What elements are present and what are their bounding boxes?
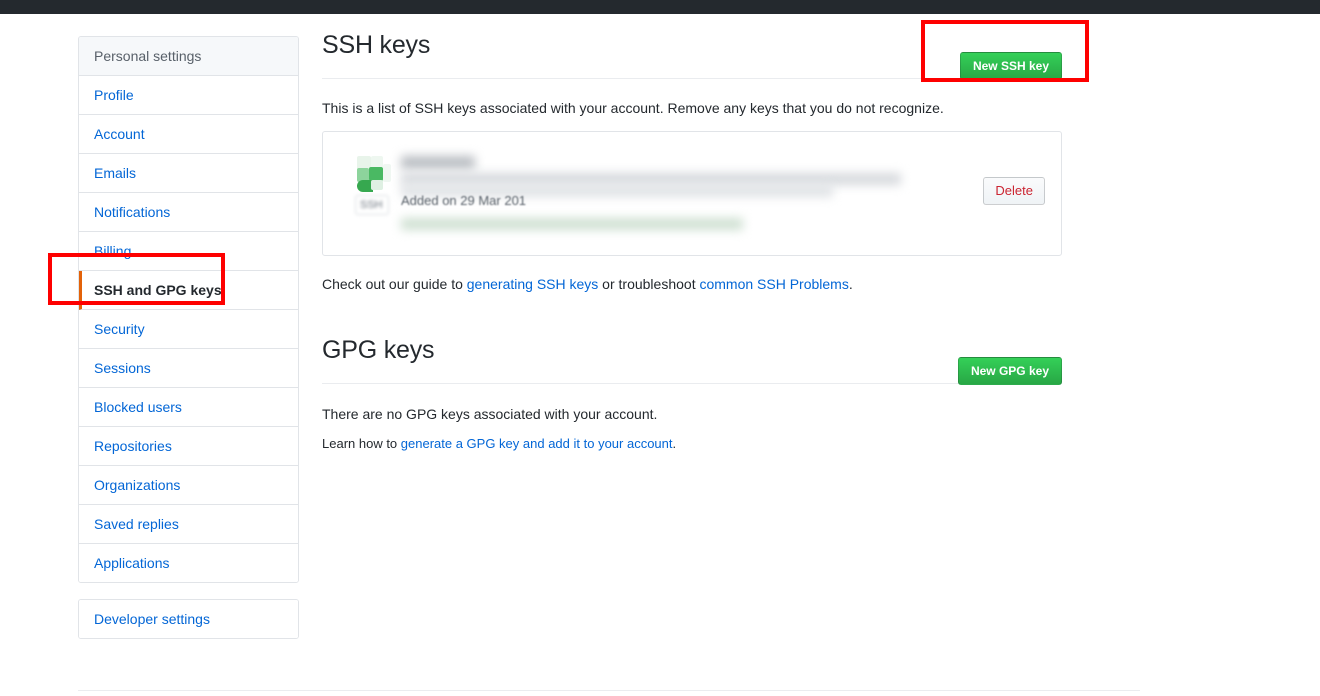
- sidebar-item-security[interactable]: Security: [79, 310, 298, 349]
- redacted-key-line-3: [401, 218, 743, 230]
- ssh-guide-suffix: .: [848, 276, 853, 292]
- sidebar-item-notifications[interactable]: Notifications: [79, 193, 298, 232]
- ssh-guide-middle: or troubleshoot: [598, 276, 700, 292]
- sidebar-item-ssh-and-gpg-keys[interactable]: SSH and GPG keys: [79, 271, 298, 310]
- gpg-learn-text: Learn how to generate a GPG key and add …: [322, 435, 1062, 453]
- gpg-keys-title: GPG keys: [322, 336, 435, 364]
- ssh-guide-prefix: Check out our guide to: [322, 276, 467, 292]
- page-bottom-divider: [78, 690, 1140, 691]
- settings-sidebar: Personal settings Profile Account Emails…: [78, 36, 299, 639]
- personal-settings-nav: Personal settings Profile Account Emails…: [78, 36, 299, 583]
- gpg-learn-prefix: Learn how to: [322, 436, 401, 451]
- sidebar-item-saved-replies[interactable]: Saved replies: [79, 505, 298, 544]
- sidebar-item-sessions[interactable]: Sessions: [79, 349, 298, 388]
- developer-settings-nav: Developer settings: [78, 599, 299, 639]
- gpg-keys-empty-message: There are no GPG keys associated with yo…: [322, 406, 658, 422]
- sidebar-item-developer-settings[interactable]: Developer settings: [79, 600, 298, 638]
- common-ssh-problems-link[interactable]: common SSH Problems: [699, 276, 848, 292]
- ssh-keys-title: SSH keys: [322, 31, 431, 59]
- redacted-key-title: [401, 156, 475, 169]
- generate-gpg-key-link[interactable]: generate a GPG key and add it to your ac…: [401, 436, 673, 451]
- sidebar-item-organizations[interactable]: Organizations: [79, 466, 298, 505]
- new-gpg-key-button[interactable]: New GPG key: [957, 357, 1062, 385]
- sidebar-item-blocked-users[interactable]: Blocked users: [79, 388, 298, 427]
- ssh-key-row: SSH Added on 29 Mar 201 Delete: [323, 132, 1061, 255]
- gpg-keys-header: GPG keys New GPG key: [322, 333, 1062, 385]
- sidebar-item-billing[interactable]: Billing: [79, 232, 298, 271]
- ssh-guide-text: Check out our guide to generating SSH ke…: [322, 274, 1062, 294]
- main-content: SSH keys New SSH key This is a list of S…: [322, 28, 1062, 453]
- ssh-keys-list: SSH Added on 29 Mar 201 Delete: [322, 131, 1062, 256]
- ssh-key-added-on: Added on 29 Mar 201: [401, 193, 527, 208]
- settings-page: Personal settings Profile Account Emails…: [0, 14, 1320, 696]
- new-ssh-key-button[interactable]: New SSH key: [959, 52, 1062, 80]
- gpg-keys-section: GPG keys New GPG key There are no GPG ke…: [322, 333, 1062, 453]
- top-navigation-bar: [0, 0, 1320, 14]
- ssh-key-type-badge: SSH: [355, 195, 389, 215]
- sidebar-item-profile[interactable]: Profile: [79, 76, 298, 115]
- delete-ssh-key-button[interactable]: Delete: [983, 177, 1045, 205]
- gpg-learn-suffix: .: [672, 436, 677, 451]
- key-icon: [357, 156, 391, 192]
- sidebar-item-repositories[interactable]: Repositories: [79, 427, 298, 466]
- sidebar-item-emails[interactable]: Emails: [79, 154, 298, 193]
- sidebar-header: Personal settings: [79, 37, 298, 76]
- sidebar-item-account[interactable]: Account: [79, 115, 298, 154]
- ssh-keys-description: This is a list of SSH keys associated wi…: [322, 100, 944, 116]
- sidebar-item-applications[interactable]: Applications: [79, 544, 298, 582]
- redacted-key-line-1: [401, 173, 901, 185]
- generating-ssh-keys-link[interactable]: generating SSH keys: [467, 276, 599, 292]
- ssh-keys-header: SSH keys New SSH key: [322, 28, 1062, 80]
